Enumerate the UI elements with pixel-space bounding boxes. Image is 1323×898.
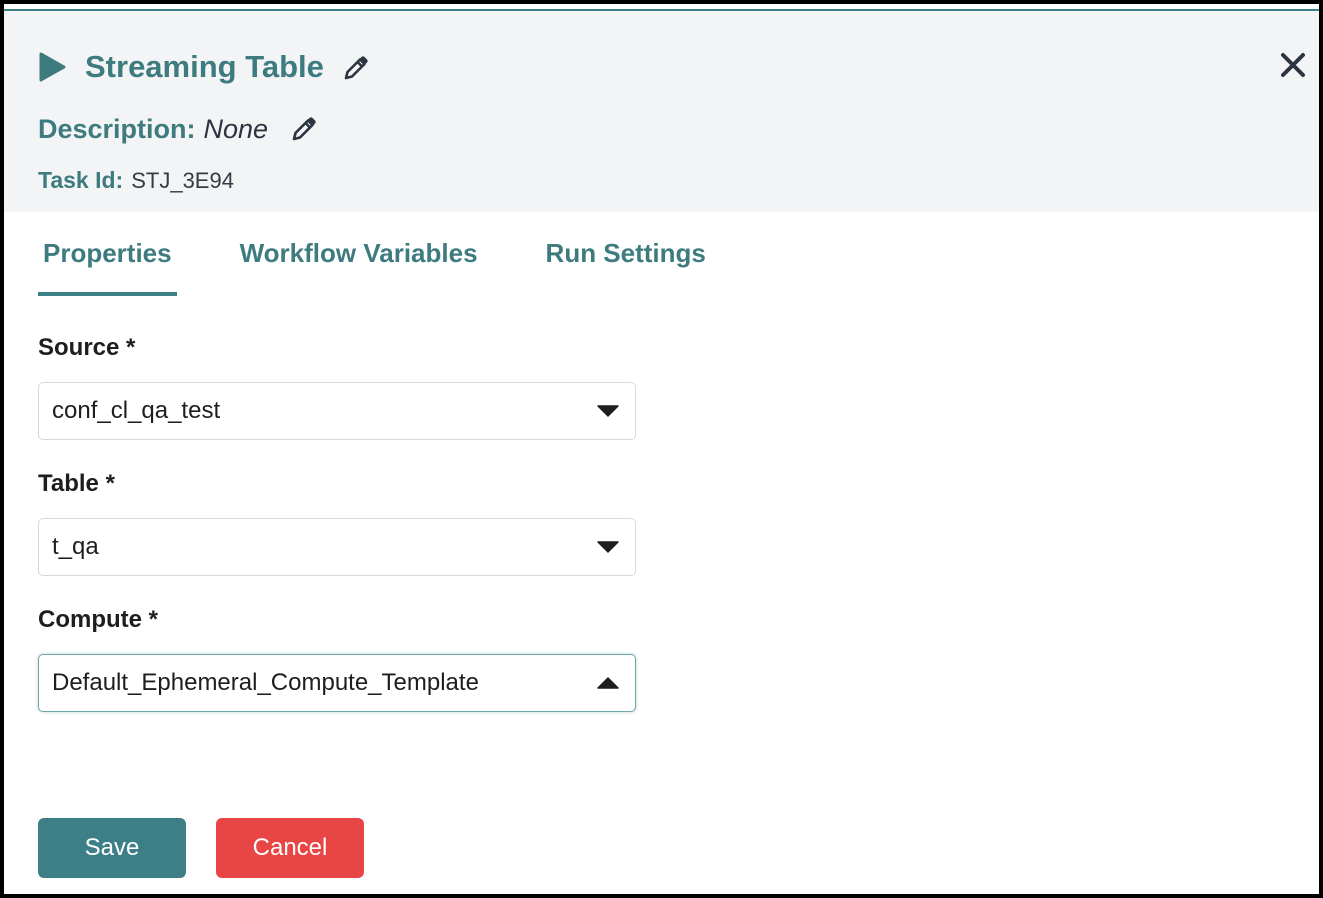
task-id-value: STJ_3E94 xyxy=(131,168,234,193)
caret-down-icon xyxy=(597,405,619,417)
title-row: Streaming Table xyxy=(38,45,370,89)
edit-description-pencil-icon[interactable] xyxy=(290,115,318,143)
tab-bar: Properties Workflow Variables Run Settin… xyxy=(38,232,711,296)
task-id-label: Task Id: xyxy=(38,167,124,193)
task-title: Streaming Table xyxy=(85,49,324,84)
save-button[interactable]: Save xyxy=(38,818,186,878)
source-select[interactable]: conf_cl_qa_test xyxy=(38,382,636,440)
task-editor-panel: Streaming Table Description: None Task I… xyxy=(4,4,1319,894)
task-header: Streaming Table Description: None Task I… xyxy=(4,11,1319,212)
play-icon xyxy=(39,52,66,82)
description-row: Description: None xyxy=(38,109,318,149)
table-select-value: t_qa xyxy=(52,533,99,560)
description-value: None xyxy=(203,114,269,144)
table-select[interactable]: t_qa xyxy=(38,518,636,576)
cancel-button[interactable]: Cancel xyxy=(216,818,364,878)
close-icon[interactable] xyxy=(1279,51,1307,79)
compute-select-value: Default_Ephemeral_Compute_Template xyxy=(52,669,479,696)
compute-label: Compute * xyxy=(38,606,158,633)
edit-title-pencil-icon[interactable] xyxy=(342,54,370,82)
source-select-value: conf_cl_qa_test xyxy=(52,397,221,424)
compute-select[interactable]: Default_Ephemeral_Compute_Template xyxy=(38,654,636,712)
description-label: Description: xyxy=(38,114,196,144)
tab-properties[interactable]: Properties xyxy=(38,232,177,296)
caret-up-icon xyxy=(597,677,619,689)
table-label: Table * xyxy=(38,470,115,497)
caret-down-icon xyxy=(597,541,619,553)
tab-run-settings[interactable]: Run Settings xyxy=(541,232,711,296)
source-label: Source * xyxy=(38,334,136,361)
task-id-row: Task Id: STJ_3E94 xyxy=(38,167,234,194)
tab-workflow-variables[interactable]: Workflow Variables xyxy=(235,232,483,296)
